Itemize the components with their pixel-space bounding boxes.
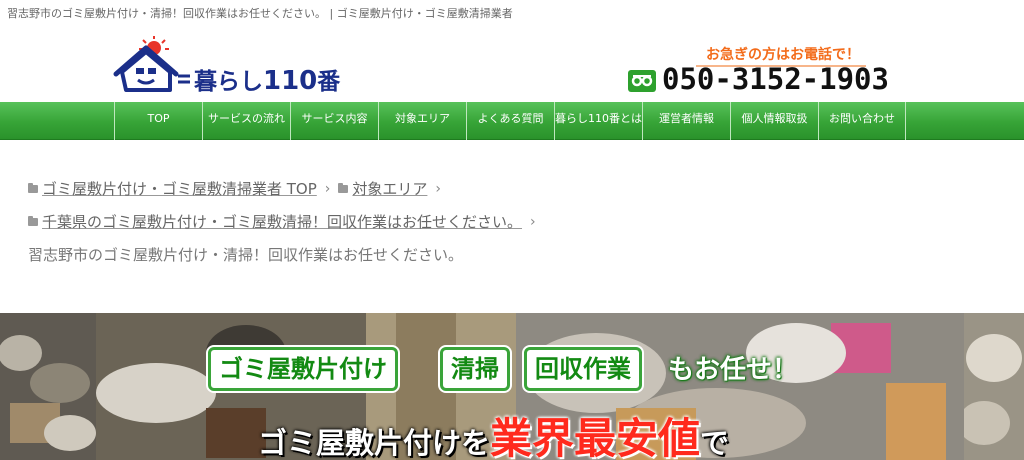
phone-contact: お急ぎの方はお電話で！ 050-3152-1903 (628, 42, 918, 98)
freedial-icon (628, 70, 656, 92)
nav-item-service-flow[interactable]: サービスの流れ (202, 102, 290, 140)
nav-item-service-area[interactable]: 対象エリア (378, 102, 466, 140)
logo-suffix: 番 (317, 69, 341, 95)
urgent-call-label: お急ぎの方はお電話で！ (696, 44, 866, 67)
nav-item-services[interactable]: サービス内容 (290, 102, 378, 140)
banner-side-photo-left (0, 313, 96, 460)
house-logo-icon (113, 36, 190, 92)
breadcrumb-row: ゴミ屋敷片付け・ゴミ屋敷清掃業者 TOP › 対象エリア › (28, 172, 1008, 205)
chevron-right-icon: › (324, 180, 331, 197)
headline-emphasis: 業界最安値 (490, 414, 701, 460)
chevron-right-icon: › (435, 180, 442, 197)
breadcrumb: ゴミ屋敷片付け・ゴミ屋敷清掃業者 TOP › 対象エリア › 千葉県のゴミ屋敷片… (28, 172, 1008, 272)
banner-side-photo-right (958, 313, 1024, 460)
headline-part-3: で (700, 426, 730, 460)
nav-item-privacy[interactable]: 個人情報取扱 (730, 102, 818, 140)
site-logo[interactable]: 暮らし110番 (112, 34, 352, 98)
logo-number: 110 (263, 66, 318, 96)
breadcrumb-row: 千葉県のゴミ屋敷片付け・ゴミ屋敷清掃！回収作業はお任せください。 › (28, 205, 1008, 238)
nav-item-about[interactable]: 暮らし110番とは (554, 102, 642, 140)
nav-item-contact[interactable]: お問い合わせ (818, 102, 906, 140)
breadcrumb-link-area[interactable]: 対象エリア (352, 178, 427, 199)
nav-item-faq[interactable]: よくある質問 (466, 102, 554, 140)
tagline-text: 習志野市のゴミ屋敷片付け・清掃！回収作業はお任せください。 | ゴミ屋敷片付け・… (7, 7, 513, 20)
site-header: 暮らし110番 お急ぎの方はお電話で！ 050-3152-1903 (0, 22, 1024, 102)
service-chip-collection: 回収作業 (524, 347, 642, 391)
headline-part-1: ゴミ屋敷片付けを (258, 426, 491, 460)
hero-banner: ゴミ屋敷片付け 清掃 回収作業 もお任せ！ ゴミ屋敷片付けを業界最安値で (0, 313, 1024, 460)
folder-icon (28, 215, 38, 226)
service-chip-cleanup: ゴミ屋敷片付け (208, 347, 398, 391)
phone-number-link[interactable]: 050-3152-1903 (662, 62, 889, 96)
logo-text: 暮らし (194, 69, 263, 95)
main-nav: TOP サービスの流れ サービス内容 対象エリア よくある質問 暮らし110番と… (0, 102, 1024, 140)
logo-wordmark: 暮らし110番 (194, 62, 340, 96)
banner-also-text: もお任せ！ (668, 355, 799, 385)
banner-headline: ゴミ屋敷片付けを業界最安値で (258, 405, 729, 460)
site-tagline: 習志野市のゴミ屋敷片付け・清掃！回収作業はお任せください。 | ゴミ屋敷片付け・… (0, 0, 1024, 22)
breadcrumb-link-top[interactable]: ゴミ屋敷片付け・ゴミ屋敷清掃業者 TOP (42, 178, 317, 199)
nav-item-top[interactable]: TOP (114, 102, 202, 140)
nav-list: TOP サービスの流れ サービス内容 対象エリア よくある質問 暮らし110番と… (114, 102, 906, 140)
folder-icon (28, 182, 38, 193)
breadcrumb-current: 習志野市のゴミ屋敷片付け・清掃！回収作業はお任せください。 (28, 246, 464, 264)
chevron-right-icon: › (530, 213, 536, 230)
folder-icon (338, 182, 349, 193)
nav-item-operator[interactable]: 運営者情報 (642, 102, 730, 140)
service-chip-cleaning: 清掃 (440, 347, 510, 391)
breadcrumb-link-prefecture[interactable]: 千葉県のゴミ屋敷片付け・ゴミ屋敷清掃！回収作業はお任せください。 (42, 211, 522, 232)
